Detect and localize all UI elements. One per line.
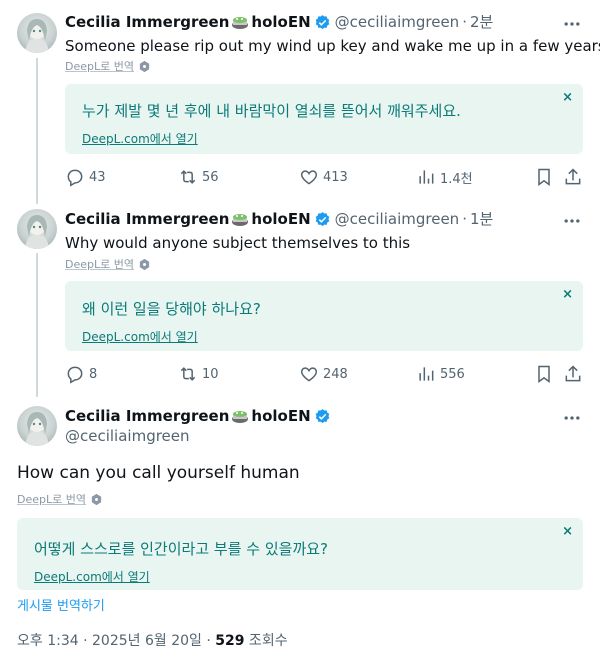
like-count: 248 <box>323 366 348 382</box>
translation-box: 누가 제발 몇 년 후에 내 바람막이 열쇠를 뜯어서 깨워주세요. DeepL… <box>65 84 583 154</box>
author-handle[interactable]: @ceciliaimgreen <box>335 209 460 229</box>
separator-dot: · <box>462 210 467 228</box>
close-translation-icon[interactable]: × <box>562 90 573 105</box>
views-button[interactable]: 1.4천 <box>416 167 473 187</box>
reply-count: 8 <box>89 366 98 382</box>
translation-box: 어떻게 스스로를 인간이라고 부를 수 있을까요? DeepL.com에서 열기… <box>17 518 583 590</box>
views-count: 1.4천 <box>440 171 473 187</box>
author-name-suffix[interactable]: holoEN <box>251 209 310 229</box>
heart-icon <box>300 170 318 185</box>
thread-line <box>36 58 38 204</box>
share-icon <box>565 168 581 185</box>
action-bar: 43 56 413 1.4천 <box>65 166 585 188</box>
translation-box: 왜 이런 일을 당해야 하나요? DeepL.com에서 열기 × <box>65 281 583 351</box>
deepl-translate-link[interactable]: DeepL로 번역 <box>65 256 151 272</box>
post-meta: 오후 1:34 · 2025년 6월 20일 · 529 조회수 <box>17 630 288 650</box>
deepl-translate-link[interactable]: DeepL로 번역 <box>17 491 103 507</box>
cake-emoji-icon <box>232 214 249 226</box>
views-count: 529 <box>215 633 245 649</box>
reply-time[interactable]: 2분 <box>470 12 493 32</box>
avatar[interactable] <box>17 209 57 249</box>
heart-icon <box>300 367 318 382</box>
avatar-image <box>25 19 49 53</box>
more-options-icon[interactable] <box>562 408 582 428</box>
author-name[interactable]: Cecilia Immergreen <box>65 209 229 229</box>
close-translation-icon[interactable]: × <box>562 287 573 302</box>
bookmark-button[interactable] <box>534 167 554 191</box>
translate-post-link[interactable]: 게시물 번역하기 <box>17 595 105 614</box>
reply-text: Why would anyone subject themselves to t… <box>65 234 411 252</box>
author-handle[interactable]: @ceciliaimgreen <box>335 12 460 32</box>
repost-icon <box>180 367 196 381</box>
author-name-suffix[interactable]: holoEN <box>251 12 310 32</box>
action-bar: 8 10 248 556 <box>65 363 585 385</box>
repost-count: 56 <box>202 169 219 185</box>
repost-count: 10 <box>202 366 219 382</box>
reply-header: Cecilia Immergreen holoEN @ceciliaimgree… <box>65 209 493 229</box>
verified-badge-icon <box>315 408 329 423</box>
deepl-translate-link[interactable]: DeepL로 번역 <box>65 58 151 74</box>
like-count: 413 <box>323 169 348 185</box>
verified-badge-icon <box>315 14 329 29</box>
bookmark-icon <box>538 365 550 383</box>
close-translation-icon[interactable]: × <box>562 524 573 539</box>
repost-button[interactable]: 56 <box>178 167 219 187</box>
reply-button[interactable]: 8 <box>65 364 97 384</box>
repost-icon <box>180 170 196 184</box>
share-button[interactable] <box>563 167 583 191</box>
reply-time[interactable]: 1분 <box>470 209 493 229</box>
like-button[interactable]: 248 <box>299 364 348 384</box>
reply-button[interactable]: 43 <box>65 167 106 187</box>
cake-emoji-icon <box>232 411 249 423</box>
deepl-label: DeepL로 번역 <box>65 60 134 73</box>
views-chart-icon <box>419 170 434 184</box>
open-deepl-link[interactable]: DeepL.com에서 열기 <box>82 130 198 147</box>
main-post-text: How can you call yourself human <box>17 463 300 483</box>
author-name-suffix: holoEN <box>251 407 311 425</box>
deepl-icon <box>139 60 150 72</box>
open-deepl-link[interactable]: DeepL.com에서 열기 <box>82 328 198 345</box>
author-name-row[interactable]: Cecilia Immergreen holoEN <box>65 406 331 426</box>
author-handle[interactable]: @ceciliaimgreen <box>65 427 331 445</box>
repost-button[interactable]: 10 <box>178 364 219 384</box>
cake-emoji-icon <box>232 17 249 29</box>
more-options-icon[interactable] <box>562 14 582 34</box>
bookmark-button[interactable] <box>534 364 554 388</box>
deepl-icon <box>139 258 150 270</box>
views-count: 556 <box>440 366 465 382</box>
share-icon <box>565 365 581 382</box>
deepl-label: DeepL로 번역 <box>65 258 134 271</box>
avatar[interactable] <box>17 406 57 446</box>
avatar-image <box>25 412 49 446</box>
translation-text: 왜 이런 일을 당해야 하나요? <box>82 300 261 318</box>
views-label: 조회수 <box>244 633 288 649</box>
reply-count: 43 <box>89 169 106 185</box>
author-name: Cecilia Immergreen <box>65 407 230 425</box>
reply-text: Someone please rip out my wind up key an… <box>65 37 600 55</box>
verified-badge-icon <box>315 211 329 226</box>
deepl-icon <box>91 493 102 505</box>
avatar-image <box>25 215 49 249</box>
reply-icon <box>67 169 83 187</box>
views-chart-icon <box>419 367 434 381</box>
reply-icon <box>67 366 83 384</box>
author-name[interactable]: Cecilia Immergreen <box>65 12 229 32</box>
translation-text: 어떻게 스스로를 인간이라고 부를 수 있을까요? <box>34 540 329 558</box>
reply-header: Cecilia Immergreen holoEN @ceciliaimgree… <box>65 12 493 32</box>
main-post-header: Cecilia Immergreen holoEN @ceciliaimgree… <box>65 406 331 445</box>
deepl-label: DeepL로 번역 <box>17 493 86 506</box>
thread-line <box>36 253 38 397</box>
views-button[interactable]: 556 <box>416 364 465 384</box>
more-options-icon[interactable] <box>562 211 582 231</box>
translation-text: 누가 제발 몇 년 후에 내 바람막이 열쇠를 뜯어서 깨워주세요. <box>82 102 461 120</box>
share-button[interactable] <box>563 364 583 388</box>
post-timestamp[interactable]: 오후 1:34 · 2025년 6월 20일 · <box>17 633 215 649</box>
open-deepl-link[interactable]: DeepL.com에서 열기 <box>34 568 150 585</box>
avatar[interactable] <box>17 13 57 53</box>
like-button[interactable]: 413 <box>299 167 348 187</box>
separator-dot: · <box>462 13 467 31</box>
bookmark-icon <box>538 168 550 186</box>
